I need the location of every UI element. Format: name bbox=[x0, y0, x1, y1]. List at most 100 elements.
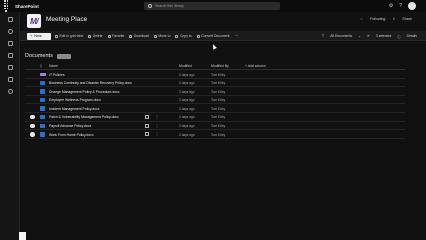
modified-date: 2 days ago bbox=[179, 89, 195, 94]
view-switcher[interactable]: All Documents bbox=[330, 34, 352, 38]
gear-icon[interactable]: ⚙ bbox=[389, 2, 393, 10]
site-logo[interactable]: M/ bbox=[27, 14, 41, 28]
mouse-cursor bbox=[211, 43, 217, 50]
news-icon[interactable] bbox=[8, 41, 13, 46]
command-edit-in-grid-view[interactable]: Edit in grid view bbox=[55, 34, 83, 38]
star-icon[interactable]: ☆ bbox=[360, 17, 363, 21]
chevron-down-icon[interactable]: ⌄ bbox=[358, 34, 361, 38]
clock-icon[interactable] bbox=[8, 89, 13, 94]
share-icon[interactable] bbox=[145, 132, 149, 137]
app-name[interactable]: SharePoint bbox=[15, 4, 39, 9]
file-name[interactable]: Work From Home Policy.docx bbox=[49, 133, 94, 137]
file-name[interactable]: Business Continuity and Disaster Recover… bbox=[49, 81, 132, 85]
selected-checkmark-icon[interactable] bbox=[30, 132, 35, 137]
command-download[interactable]: Download bbox=[129, 34, 149, 38]
command-icon bbox=[153, 34, 157, 38]
column-modified-by[interactable]: Modified By bbox=[211, 64, 229, 68]
lists-icon[interactable] bbox=[8, 65, 13, 70]
app-bar bbox=[0, 12, 20, 240]
share-icon[interactable]: ⇪ bbox=[392, 17, 395, 21]
share-icon[interactable] bbox=[145, 123, 149, 128]
file-name[interactable]: Change Management Policy & Procedure.doc… bbox=[49, 90, 120, 94]
word-document-icon bbox=[40, 123, 45, 129]
document-grid: ▯ Name Modified Modified By + Add column… bbox=[25, 62, 405, 139]
word-document-icon bbox=[40, 89, 45, 94]
table-row[interactable]: Work From Home Policy.docx ⋮ 2 days ago Tom… bbox=[25, 130, 405, 139]
word-document-icon bbox=[40, 132, 45, 137]
new-button-label: New bbox=[34, 34, 42, 38]
word-document-icon bbox=[40, 114, 45, 120]
globe-icon[interactable] bbox=[8, 29, 13, 34]
close-icon[interactable]: ✕ bbox=[367, 34, 370, 38]
command-convert-document[interactable]: Convert Document bbox=[196, 34, 229, 38]
share-button[interactable]: Share bbox=[402, 17, 412, 21]
info-icon[interactable]: ⓘ bbox=[397, 34, 400, 39]
table-row[interactable]: Payroll Advance Policy.docx ⋮ 2 days ago To… bbox=[25, 122, 405, 131]
command-label: Favorite bbox=[112, 34, 125, 38]
search-box[interactable]: Search this library bbox=[144, 2, 280, 10]
table-row[interactable]: Change Management Policy & Procedure.doc… bbox=[25, 87, 405, 96]
file-type-icon[interactable]: ▯ bbox=[40, 64, 42, 68]
modified-by: Tom Kirby bbox=[211, 72, 226, 77]
selected-checkmark-icon[interactable] bbox=[30, 114, 35, 120]
file-name[interactable]: Incident Management Policy.docx bbox=[49, 107, 99, 111]
modified-date: 2 days ago bbox=[179, 132, 195, 137]
command-label: Copy to bbox=[179, 34, 192, 38]
avatar[interactable]: B bbox=[408, 2, 416, 10]
table-row[interactable]: IT Policies 2 days ago Tom Kirby bbox=[25, 70, 405, 79]
more-actions-icon[interactable]: ⋮ bbox=[155, 114, 159, 119]
table-row[interactable]: Employee Wellness Program.docx 2 days ago… bbox=[25, 96, 405, 105]
details-button[interactable]: Details bbox=[407, 34, 417, 38]
add-icon[interactable] bbox=[8, 77, 13, 82]
following-button[interactable]: Following bbox=[370, 17, 385, 21]
home-icon[interactable] bbox=[8, 17, 13, 22]
command-label: Move to bbox=[158, 34, 171, 38]
more-icon[interactable]: ⋯ bbox=[234, 34, 237, 38]
command-label: Download bbox=[133, 34, 149, 38]
file-name[interactable]: IT Policies bbox=[49, 73, 65, 77]
modified-by: Tom Kirby bbox=[211, 124, 226, 129]
filter-icon[interactable]: ▽ bbox=[322, 34, 325, 38]
site-actions: ☆ Following ⇪ Share bbox=[360, 17, 412, 21]
modified-date: 2 days ago bbox=[179, 72, 195, 77]
table-row[interactable]: Incident Management Policy.docx 2 days ag… bbox=[25, 104, 405, 113]
modified-by: Tom Kirby bbox=[211, 98, 226, 103]
modified-date: 2 days ago bbox=[179, 81, 195, 86]
more-actions-icon[interactable]: ⋮ bbox=[155, 131, 159, 136]
suite-actions: ⚙ ? B bbox=[389, 2, 416, 10]
command-bar: + New Edit in grid view Delete Favorite Dow… bbox=[20, 31, 426, 41]
library-title[interactable]: Documents bbox=[25, 53, 53, 59]
table-row[interactable]: Patch & Vulnerability Management Policy.… bbox=[25, 113, 405, 122]
app-launcher-icon[interactable] bbox=[0, 0, 12, 12]
search-placeholder: Search this library bbox=[155, 4, 184, 8]
search-icon bbox=[148, 4, 152, 8]
modified-by: Tom Kirby bbox=[211, 89, 226, 94]
selection-count: 3 selected bbox=[375, 34, 392, 38]
command-favorite[interactable]: Favorite bbox=[107, 34, 125, 38]
modified-date: 2 days ago bbox=[179, 115, 195, 120]
help-icon[interactable]: ? bbox=[399, 2, 402, 10]
command-delete[interactable]: Delete bbox=[88, 34, 103, 38]
library-badge bbox=[56, 53, 71, 59]
selected-checkmark-icon[interactable] bbox=[30, 123, 35, 129]
more-actions-icon[interactable]: ⋮ bbox=[155, 123, 159, 128]
modified-by: Tom Kirby bbox=[211, 81, 226, 86]
site-title[interactable]: Meeting Place bbox=[46, 16, 87, 23]
command-move-to[interactable]: Move to bbox=[153, 34, 171, 38]
new-button[interactable]: + New bbox=[27, 32, 51, 40]
command-icon bbox=[196, 34, 200, 38]
share-icon[interactable] bbox=[145, 114, 149, 119]
command-icon bbox=[175, 34, 179, 38]
command-bar-right: ▽ All Documents ⌄ ✕ 3 selected ⓘ Details bbox=[322, 31, 417, 41]
word-document-icon bbox=[40, 80, 45, 86]
file-name[interactable]: Patch & Vulnerability Management Policy.… bbox=[49, 115, 119, 119]
file-name[interactable]: Employee Wellness Program.docx bbox=[49, 98, 101, 102]
screen-artifact bbox=[19, 232, 26, 240]
column-name[interactable]: Name bbox=[49, 64, 58, 68]
add-column-button[interactable]: + Add column bbox=[245, 64, 266, 68]
table-row[interactable]: Business Continuity and Disaster Recover… bbox=[25, 79, 405, 88]
command-copy-to[interactable]: Copy to bbox=[175, 34, 192, 38]
file-name[interactable]: Payroll Advance Policy.docx bbox=[49, 124, 91, 128]
files-icon[interactable] bbox=[8, 53, 13, 58]
column-modified[interactable]: Modified bbox=[179, 64, 192, 68]
